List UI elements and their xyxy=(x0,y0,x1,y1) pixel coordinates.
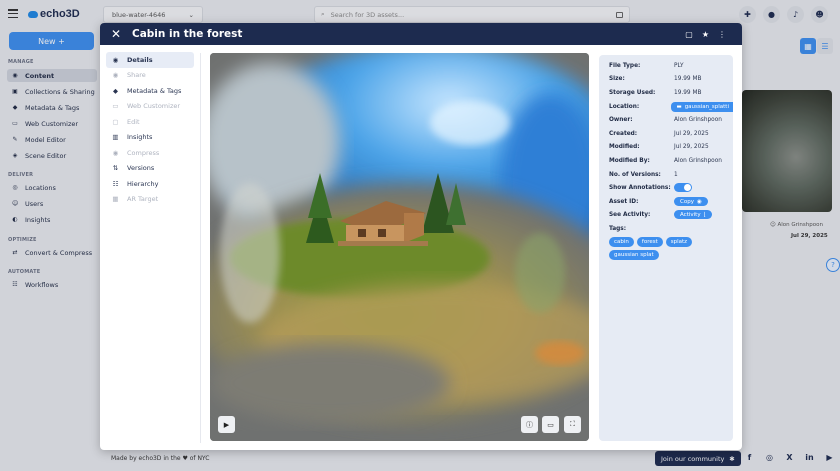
tab-versions[interactable]: ⇅ Versions xyxy=(106,161,194,177)
copy-asset-id-button[interactable]: Copy ◉ xyxy=(674,197,708,206)
field-label: Show Annotations: xyxy=(609,184,671,191)
storage-value: 19.99 MB xyxy=(674,89,702,96)
file-type-value: PLY xyxy=(674,62,684,69)
compress-icon: ◉ xyxy=(112,148,119,157)
tab-edit[interactable]: ▢ Edit xyxy=(106,114,194,130)
details-panel: File Type: PLY Size: 19.99 MB Storage Used… xyxy=(599,55,733,441)
asset-id-row: Asset ID: Copy ◉ xyxy=(609,195,733,208)
info-icon[interactable]: ⓘ xyxy=(521,416,538,433)
tab-label: Web Customizer xyxy=(127,102,181,111)
tag-icon: ◆ xyxy=(113,86,118,95)
field-label: Tags: xyxy=(609,225,627,232)
tab-label: Details xyxy=(127,55,153,64)
field-label: File Type: xyxy=(609,62,641,69)
tab-label: Share xyxy=(127,71,146,80)
hierarchy-icon: ☷ xyxy=(112,179,119,188)
tag-chip[interactable]: forest xyxy=(636,237,663,247)
more-options-icon[interactable]: ⋮ xyxy=(718,30,726,39)
tab-label: Insights xyxy=(127,133,153,142)
tab-label: Versions xyxy=(127,164,155,173)
size-value: 19.99 MB xyxy=(674,75,702,82)
tab-label: Edit xyxy=(127,117,140,126)
field-label: Modified By: xyxy=(609,157,650,164)
tab-insights[interactable]: ▥ Insights xyxy=(106,130,194,146)
owner-value: Alon Grinshpoon xyxy=(674,116,722,123)
size-row: Size: 19.99 MB xyxy=(609,72,733,85)
field-label: Storage Used: xyxy=(609,89,656,96)
tags-row: Tags: xyxy=(609,222,733,235)
star-icon[interactable]: ★ xyxy=(702,30,709,39)
modified-row: Modified: Jul 29, 2025 xyxy=(609,140,733,153)
fullscreen-icon[interactable]: ⛶ xyxy=(564,416,581,433)
pencil-icon: ▢ xyxy=(112,117,119,126)
annotations-toggle[interactable] xyxy=(674,183,692,192)
annotations-row: Show Annotations: xyxy=(609,181,733,194)
tab-details[interactable]: ◉ Details xyxy=(106,52,194,68)
play-icon[interactable]: ▶ xyxy=(218,416,235,433)
field-label: Modified: xyxy=(609,143,640,150)
web-icon: ▭ xyxy=(112,102,119,111)
created-value: Jul 29, 2025 xyxy=(674,130,709,137)
field-label: Asset ID: xyxy=(609,198,639,205)
modal-title: Cabin in the forest xyxy=(132,28,243,40)
3d-model-viewer[interactable]: ▶ ⓘ ▭ ⛶ xyxy=(210,53,589,441)
tab-compress[interactable]: ◉ Compress xyxy=(106,145,194,161)
field-label: No. of Versions: xyxy=(609,171,661,178)
owner-row: Owner: Alon Grinshpoon xyxy=(609,113,733,126)
tab-web-customizer[interactable]: ▭ Web Customizer xyxy=(106,99,194,115)
tab-metadata-tags[interactable]: ◆ Metadata & Tags xyxy=(106,83,194,99)
camera-icon[interactable]: ▭ xyxy=(542,416,559,433)
tab-label: Metadata & Tags xyxy=(127,86,182,95)
file-type-row: File Type: PLY xyxy=(609,59,733,72)
tab-share[interactable]: ◉ Share xyxy=(106,68,194,84)
activity-row: See Activity: Activity ⌊ xyxy=(609,208,733,221)
versions-icon: ⇅ xyxy=(112,164,119,173)
comment-icon[interactable]: ▢ xyxy=(685,30,693,39)
created-row: Created: Jul 29, 2025 xyxy=(609,127,733,140)
modified-by-value: Alon Grinshpoon xyxy=(674,157,722,164)
storage-row: Storage Used: 19.99 MB xyxy=(609,86,733,99)
info-icon: ◉ xyxy=(112,55,119,64)
share-icon: ◉ xyxy=(112,71,119,80)
gaussian-splat-render xyxy=(210,53,589,441)
copy-label: Copy xyxy=(680,198,694,205)
close-icon[interactable]: ✕ xyxy=(100,27,132,41)
field-label: Owner: xyxy=(609,116,633,123)
divider xyxy=(200,53,201,443)
ar-target-icon: ▦ xyxy=(112,195,119,204)
modified-value: Jul 29, 2025 xyxy=(674,143,709,150)
field-label: See Activity: xyxy=(609,211,651,218)
tag-chip[interactable]: gaussian splat xyxy=(609,250,659,260)
tab-label: Compress xyxy=(127,148,160,157)
chart-icon: ⌊ xyxy=(703,211,706,218)
tab-label: AR Target xyxy=(127,195,159,204)
folder-icon: ▬ xyxy=(676,103,682,110)
versions-row: No. of Versions: 1 xyxy=(609,168,733,181)
tag-list: cabin forest splatz gaussian splat xyxy=(609,237,729,260)
location-value: gaussian_splatti xyxy=(684,103,729,110)
copy-icon: ◉ xyxy=(696,198,702,205)
detail-tabs: ◉ Details ◉ Share ◆ Metadata & Tags ▭ Web Cu… xyxy=(106,52,194,207)
tag-chip[interactable]: splatz xyxy=(665,237,693,247)
modified-by-row: Modified By: Alon Grinshpoon xyxy=(609,154,733,167)
field-label: Location: xyxy=(609,103,640,110)
asset-details-modal: ✕ Cabin in the forest ▢ ★ ⋮ ◉ Details ◉ Sh… xyxy=(100,23,742,450)
insights-icon: ▥ xyxy=(112,133,119,142)
tab-hierarchy[interactable]: ☷ Hierarchy xyxy=(106,176,194,192)
tab-label: Hierarchy xyxy=(127,179,159,188)
location-row: Location: ▬ gaussian_splatti xyxy=(609,100,733,113)
modal-header: ✕ Cabin in the forest ▢ ★ ⋮ xyxy=(100,23,742,45)
tag-chip[interactable]: cabin xyxy=(609,237,634,247)
location-folder[interactable]: ▬ gaussian_splatti xyxy=(671,101,733,112)
activity-label: Activity xyxy=(680,211,701,218)
versions-value: 1 xyxy=(674,171,678,178)
field-label: Size: xyxy=(609,75,625,82)
field-label: Created: xyxy=(609,130,638,137)
activity-button[interactable]: Activity ⌊ xyxy=(674,210,712,219)
tab-ar-target[interactable]: ▦ AR Target xyxy=(106,192,194,208)
